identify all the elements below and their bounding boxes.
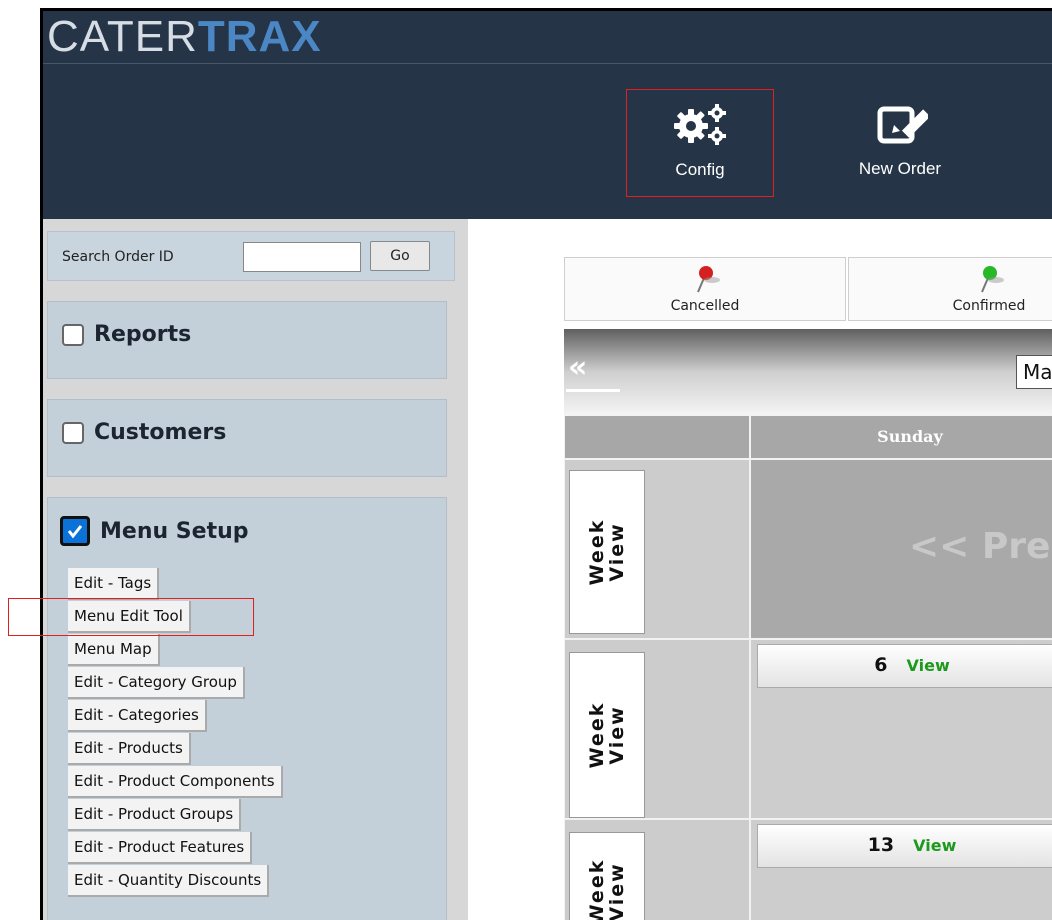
menu-setup-list: Edit - Tags Menu Edit Tool Menu Map Edit… (68, 568, 283, 898)
config-label: Config (675, 160, 725, 179)
menu-link-edit-product-features[interactable]: Edit - Product Features (68, 832, 283, 865)
week-cell-3: Week View (564, 819, 750, 920)
config-button[interactable]: Config (626, 89, 774, 197)
red-pin-icon (688, 262, 722, 300)
go-button[interactable]: Go (370, 241, 430, 271)
menu-link-edit-category-group[interactable]: Edit - Category Group (68, 667, 283, 700)
week-view-button-2[interactable]: Week View (569, 652, 645, 818)
green-pin-icon (972, 262, 1006, 300)
edit-icon (872, 97, 931, 153)
menu-setup-toggle[interactable]: Menu Setup (60, 516, 249, 546)
weekday-header-row: Sunday (564, 415, 1052, 459)
menu-link-edit-quantity-discounts[interactable]: Edit - Quantity Discounts (68, 865, 283, 898)
new-order-label: New Order (858, 159, 942, 178)
sidebar: Search Order ID Go Reports Customers Men… (43, 219, 468, 920)
day-cell-13: 13 View (750, 819, 1052, 920)
reports-toggle[interactable]: Reports (62, 322, 191, 347)
legend-confirmed[interactable]: Confirmed (848, 257, 1052, 321)
week-row-2: Week View 6 View (564, 639, 1052, 819)
day-view-link-6[interactable]: View (907, 656, 950, 675)
search-order-panel: Search Order ID Go (47, 231, 455, 281)
calendar-header: « Ma (564, 329, 1052, 415)
menu-link-menu-edit-tool[interactable]: Menu Edit Tool (68, 601, 283, 634)
new-order-button[interactable]: New Order (826, 89, 974, 197)
week-view-button-1[interactable]: Week View (569, 470, 645, 634)
menu-link-edit-tags[interactable]: Edit - Tags (68, 568, 283, 601)
day-header-13: 13 View (757, 824, 1052, 868)
prev-underline (566, 389, 620, 392)
reports-checkbox[interactable] (62, 323, 84, 346)
search-order-label: Search Order ID (62, 249, 174, 265)
menu-link-edit-product-groups[interactable]: Edit - Product Groups (68, 799, 283, 832)
customers-checkbox[interactable] (62, 421, 84, 444)
menu-setup-checkbox[interactable] (60, 516, 90, 546)
legend-cancelled[interactable]: Cancelled (564, 257, 846, 321)
day-view-link-13[interactable]: View (913, 836, 956, 855)
prev-month-cell[interactable]: << Pre (750, 459, 1052, 639)
reports-label: Reports (94, 322, 192, 347)
menu-link-menu-map[interactable]: Menu Map (68, 634, 283, 667)
catertrax-logo[interactable]: CATERTRAX (47, 13, 322, 61)
gears-icon (665, 98, 735, 154)
week-cell-2: Week View (564, 639, 750, 819)
menu-setup-label: Menu Setup (100, 518, 249, 544)
top-bar: CATERTRAX (43, 11, 1052, 67)
week-view-button-3[interactable]: Week View (569, 832, 645, 920)
day-cell-6: 6 View (750, 639, 1052, 819)
menu-setup-section: Menu Setup Edit - Tags Menu Edit Tool Me… (47, 497, 447, 920)
day-header-6: 6 View (757, 644, 1052, 688)
prev-month-button[interactable]: « (568, 353, 587, 383)
search-order-input[interactable] (243, 242, 361, 272)
reports-section: Reports (47, 301, 447, 379)
checkmark-icon (67, 525, 83, 539)
customers-toggle[interactable]: Customers (62, 420, 226, 445)
menu-link-edit-categories[interactable]: Edit - Categories (68, 700, 283, 733)
customers-section: Customers (47, 399, 447, 477)
week-row-1: Week View << Pre (564, 459, 1052, 639)
week-header-blank (564, 415, 750, 459)
calendar-area: Cancelled Confirmed « Ma Sunday Week Vie… (468, 219, 1052, 920)
menu-link-edit-product-components[interactable]: Edit - Product Components (68, 766, 283, 799)
divider (43, 63, 1052, 64)
app-window: CATERTRAX Config New Order Search Order … (40, 8, 1052, 920)
weekday-sunday: Sunday (750, 415, 1052, 459)
menu-link-edit-products[interactable]: Edit - Products (68, 733, 283, 766)
week-row-3: Week View 13 View (564, 819, 1052, 920)
month-select[interactable]: Ma (1016, 355, 1052, 389)
week-cell-1: Week View (564, 459, 750, 639)
customers-label: Customers (94, 420, 227, 445)
